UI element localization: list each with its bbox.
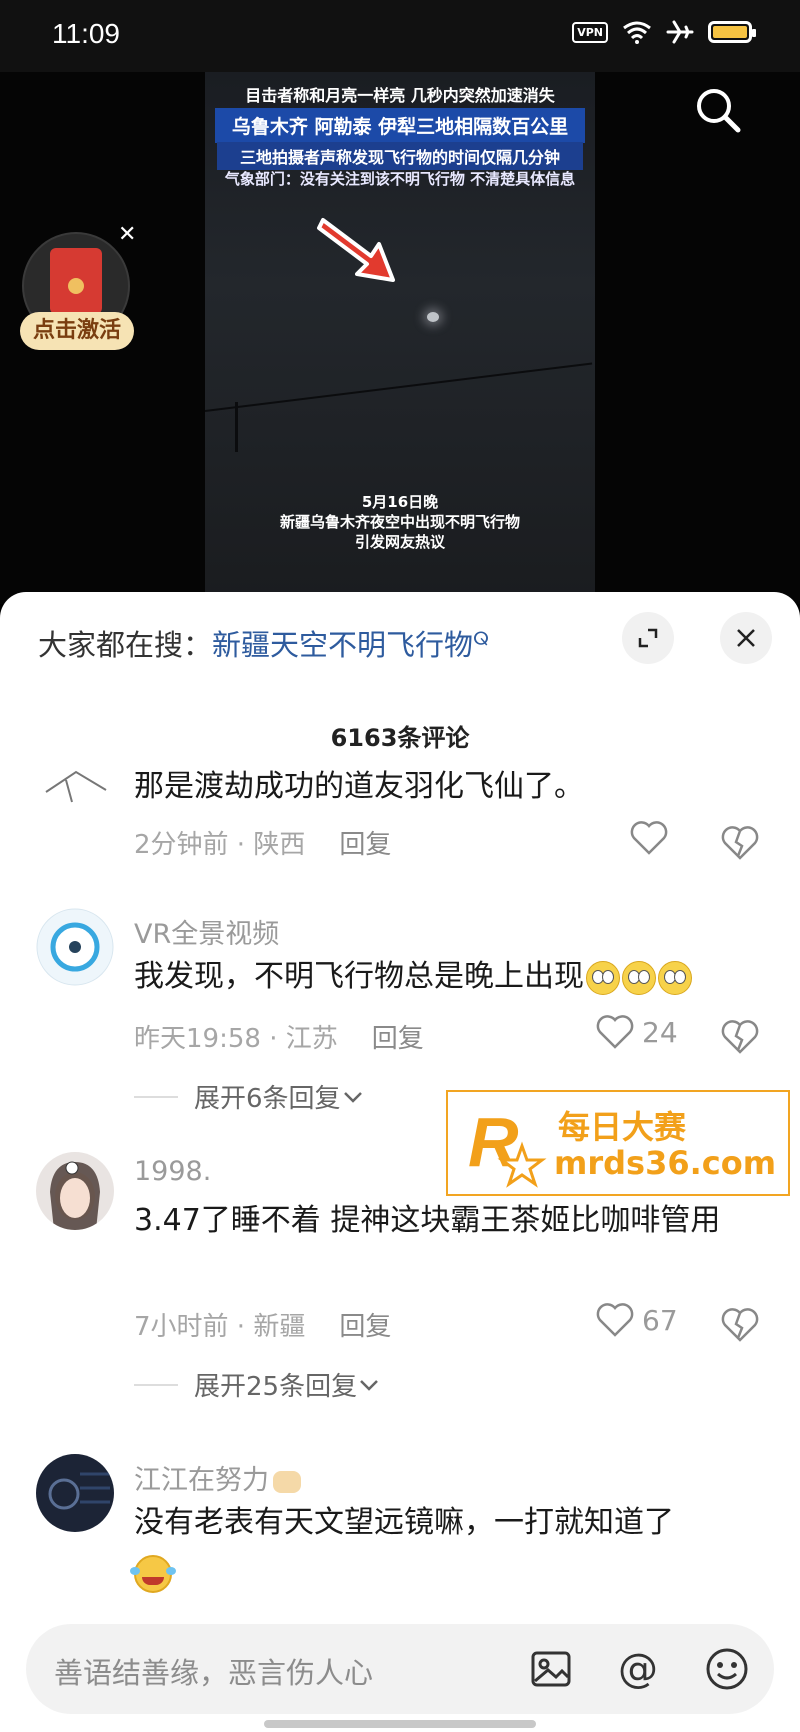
caption-line: 新疆乌鲁木齐夜空中出现不明飞行物 [279,513,520,531]
like-button[interactable]: 67 [596,1302,678,1338]
dislike-icon[interactable] [720,1016,760,1056]
caption-line: 5月16日晚 [361,493,439,511]
comment-meta: 7小时前 · 新疆 回复 [134,1306,391,1343]
trending-prefix: 大家都在搜： [38,628,213,662]
fist-emoji-icon [273,1470,301,1493]
comment-input[interactable]: 善语结善缘，恶言伤人心 [54,1650,373,1692]
expand-icon [638,628,658,648]
clock: 11:09 [52,18,120,49]
ufo-light [427,312,439,322]
avatar[interactable] [36,732,114,810]
comment-count: 6163条评论 [330,724,470,752]
watermark-logo: R [468,1103,547,1188]
divider [134,1095,178,1098]
watermark-url: mrds36.com [554,1144,777,1182]
expand-replies[interactable]: 展开6条回复 [134,1078,365,1115]
heart-icon [596,1015,634,1049]
dizzy-face-icon [586,960,620,995]
comment-time: 7小时前 · 新疆 [134,1312,306,1342]
like-count: 67 [642,1303,678,1337]
video-headline: 目击者称和月亮一样亮 几秒内突然加速消失 [245,86,555,105]
pole [235,402,238,452]
close-icon [737,629,755,647]
comment-meta: 2分钟前 · 陕西 回复 [134,824,391,861]
avatar[interactable] [36,908,114,986]
video-headline: 气象部门：没有关注到该不明飞行物 不清楚具体信息 [224,170,576,188]
status-bar: 11:09 VPN [0,0,800,72]
video-frame[interactable]: 目击者称和月亮一样亮 几秒内突然加速消失 乌鲁木齐 阿勒泰 伊犁三地相隔数百公里… [205,72,595,604]
comment-item: 江江在努力 没有老表有天文望远镜嘛，一打就知道了 [0,1454,800,1634]
comment-body: 我发现，不明飞行物总是晚上出现 [134,959,584,994]
vpn-icon: VPN [572,21,608,43]
dizzy-face-icon [658,960,692,995]
chevron-down-icon [343,1091,362,1103]
watermark-banner[interactable]: R 每日大赛 mrds36.com [446,1090,790,1196]
reply-button[interactable]: 回复 [339,1312,391,1342]
like-count: 24 [642,1015,678,1049]
activate-label[interactable]: 点击激活 [20,312,134,350]
red-envelope-widget[interactable]: 点击激活 [20,230,134,350]
comment-username[interactable]: VR全景视频 [134,912,279,951]
comment-text: 我发现，不明飞行物总是晚上出现 [134,952,754,1002]
comment-meta: 昨天19:58 · 江苏 回复 [134,1018,424,1055]
comment-input-bar[interactable]: 善语结善缘，恶言伤人心 @ [26,1624,774,1714]
reply-button[interactable]: 回复 [372,1024,424,1054]
comment-sheet: 大家都在搜：新疆天空不明飞行物ⵕ 6163条评论 那是渡劫成功的道友羽化飞仙了。… [0,592,800,1732]
like-button[interactable] [630,820,668,856]
username-label: 江江在努力 [134,1465,269,1496]
red-arrow-icon [317,218,395,282]
comment-item: VR全景视频 我发现，不明飞行物总是晚上出现 昨天19:58 · 江苏 回复 24… [0,908,800,1114]
expand-replies-label: 展开25条回复 [194,1372,358,1402]
comment-text: 没有老表有天文望远镜嘛，一打就知道了 [130,1498,754,1598]
comment-body: 没有老表有天文望远镜嘛，一打就知道了 [134,1505,674,1540]
svg-text:@: @ [618,1646,658,1692]
trending-keyword[interactable]: 新疆天空不明飞行物 [212,628,473,662]
video-headline: 三地拍摄者声称发现飞行物的时间仅隔几分钟 [217,142,583,170]
dislike-icon[interactable] [720,822,760,862]
comment-username[interactable]: 江江在努力 [134,1458,301,1497]
avatar[interactable] [36,1152,114,1230]
expand-replies[interactable]: 展开25条回复 [134,1366,381,1403]
power-line [205,362,593,412]
comment-time: 昨天19:58 · 江苏 [134,1024,338,1054]
avatar[interactable] [36,1454,114,1532]
battery-icon [708,21,756,43]
dislike-icon[interactable] [720,1304,760,1344]
comment-item: 那是渡劫成功的道友羽化飞仙了。 2分钟前 · 陕西 回复 [0,732,800,922]
red-envelope-icon [50,248,102,314]
wifi-icon [623,21,651,44]
reply-button[interactable]: 回复 [339,830,391,860]
chevron-down-icon [360,1379,378,1391]
expand-button[interactable] [622,612,674,664]
dizzy-face-icon [622,960,656,995]
home-indicator[interactable] [264,1720,536,1728]
watermark-title: 每日大赛 [558,1108,687,1146]
laughing-tears-icon [130,1554,176,1593]
video-headline: 乌鲁木齐 阿勒泰 伊犁三地相隔数百公里 [215,108,585,143]
caption-line: 引发网友热议 [354,533,445,551]
comment-text: 3.47了睡不着 提神这块霸王茶姬比咖啡管用 [134,1203,721,1238]
divider [134,1383,178,1386]
heart-icon [630,821,668,855]
comment-text: 那是渡劫成功的道友羽化飞仙了。 [134,769,584,804]
comment-username[interactable]: 1998. [134,1156,211,1187]
video-caption: 5月16日晚 新疆乌鲁木齐夜空中出现不明飞行物 引发网友热议 [205,492,595,552]
heart-icon [596,1303,634,1337]
like-button[interactable]: 24 [596,1014,678,1050]
airplane-icon [666,20,694,44]
search-small-icon: ⵕ [473,628,490,650]
comment-time: 2分钟前 · 陕西 [134,830,306,860]
svg-text:R: R [468,1103,519,1181]
expand-replies-label: 展开6条回复 [194,1084,341,1114]
at-mention-icon[interactable]: @ [616,1646,662,1692]
close-button[interactable] [720,612,772,664]
emoji-icon[interactable] [704,1646,750,1692]
search-icon[interactable] [692,84,744,136]
close-icon[interactable]: ✕ [118,222,136,247]
trending-search[interactable]: 大家都在搜：新疆天空不明飞行物ⵕ [38,622,489,664]
image-icon[interactable] [528,1646,574,1692]
